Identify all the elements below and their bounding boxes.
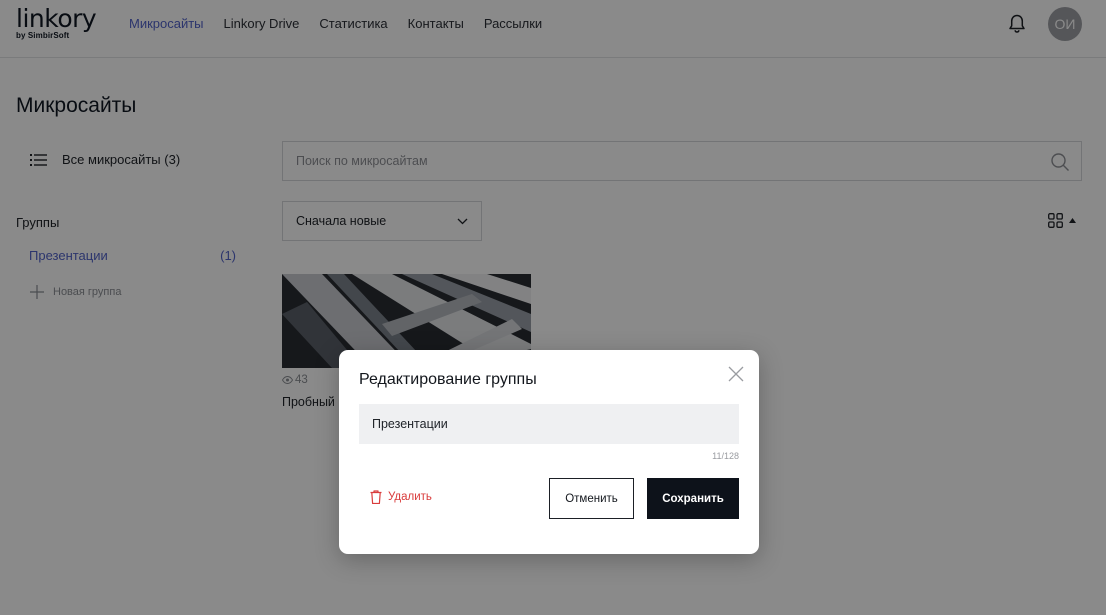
dialog-title: Редактирование группы	[359, 371, 537, 388]
cancel-button[interactable]: Отменить	[549, 478, 634, 519]
delete-label: Удалить	[388, 491, 432, 503]
character-counter: 11/128	[712, 451, 739, 461]
close-icon[interactable]	[728, 366, 744, 382]
save-button[interactable]: Сохранить	[647, 478, 739, 519]
trash-icon	[370, 490, 382, 504]
group-name-input[interactable]	[359, 404, 739, 444]
delete-group-button[interactable]: Удалить	[370, 490, 432, 504]
edit-group-dialog: Редактирование группы 11/128 Удалить Отм…	[339, 350, 759, 554]
